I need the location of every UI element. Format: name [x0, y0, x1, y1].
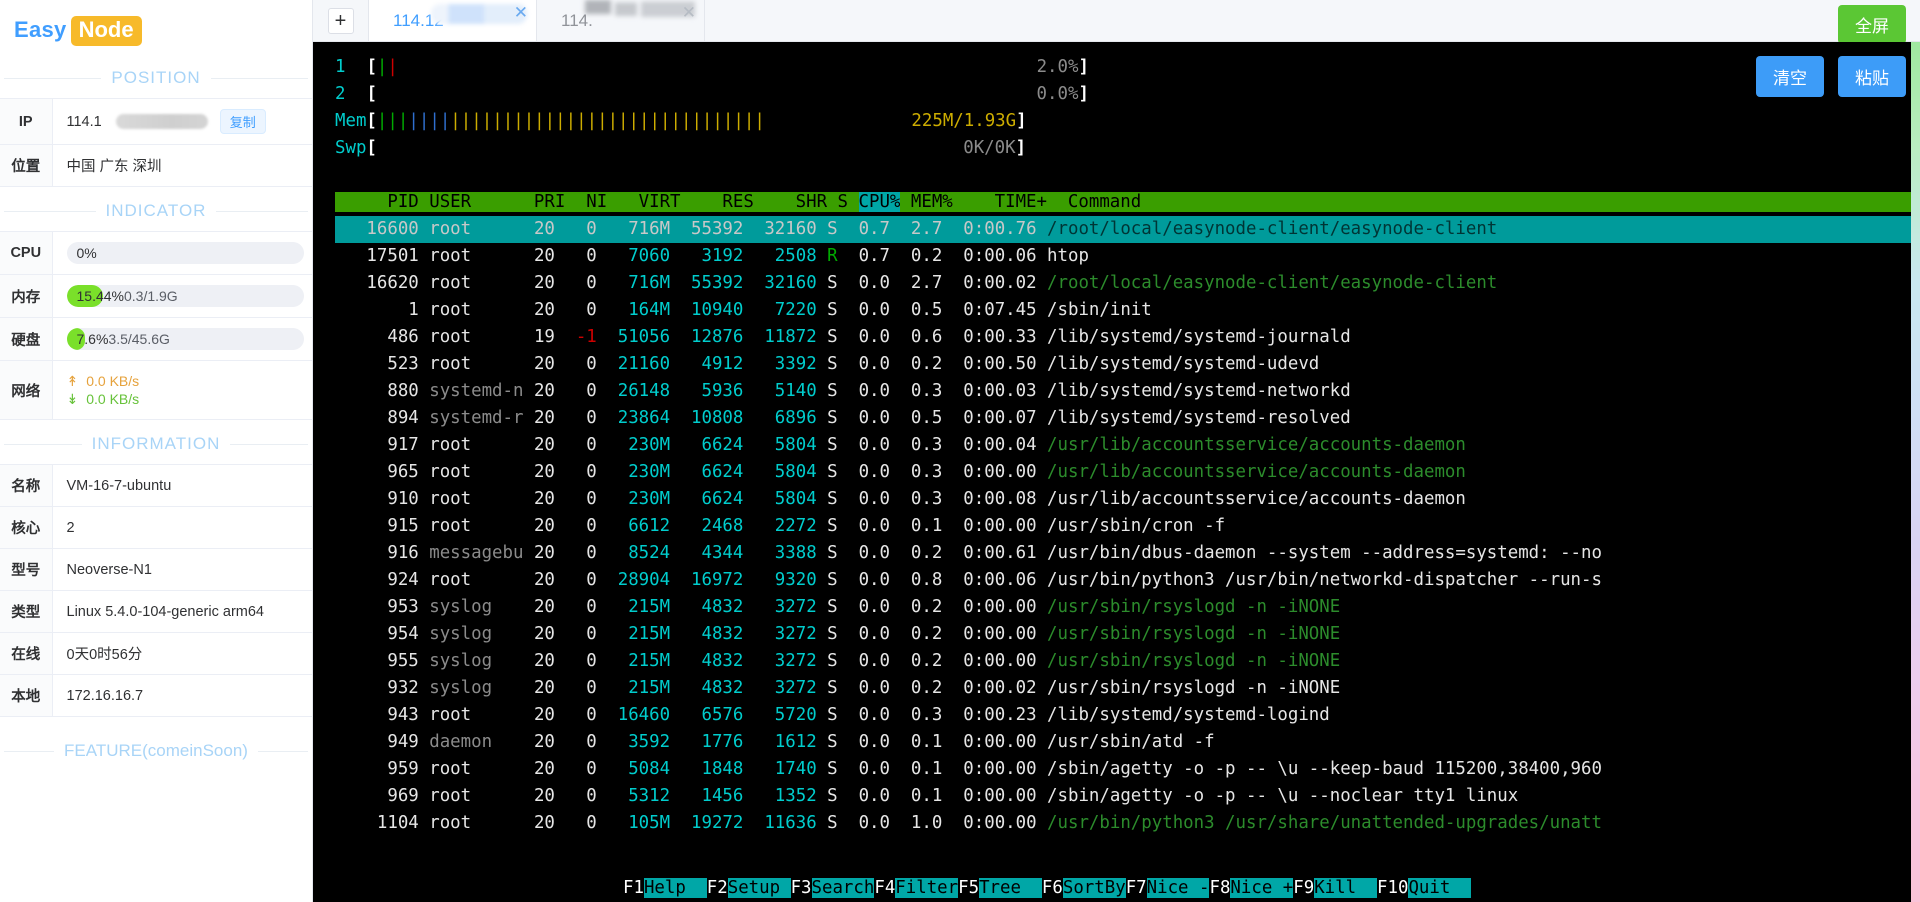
info-key-type: 类型 — [0, 590, 53, 633]
cpu-meter-cell: 0% — [52, 232, 312, 275]
info-key-name: 名称 — [0, 464, 53, 507]
tab-session-1-redacted-mask — [431, 4, 527, 24]
info-value-local: 172.16.16.7 — [66, 687, 144, 704]
info-key-model: 型号 — [0, 548, 53, 591]
table-row: CPU 0% — [0, 231, 312, 275]
main-pane: + 114.12 ✕ 114. ✕ 全屏 清空 粘贴 1 [|| 2.0%] 2… — [313, 0, 1920, 902]
network-label: 网络 — [0, 360, 53, 420]
fullscreen-button[interactable]: 全屏 — [1838, 5, 1906, 44]
section-title-indicator: INDICATOR — [0, 201, 312, 221]
tab-bar: + 114.12 ✕ 114. ✕ 全屏 — [313, 0, 1920, 44]
paste-button[interactable]: 粘贴 — [1838, 56, 1906, 97]
section-title-position: POSITION — [0, 68, 312, 88]
add-tab-button[interactable]: + — [313, 0, 369, 41]
close-icon[interactable]: ✕ — [514, 4, 528, 21]
section-title-information: INFORMATION — [0, 434, 312, 454]
logo-easy: Easy — [14, 17, 67, 42]
network-download-line: ↡ 0.0 KB/s — [67, 391, 305, 407]
terminal[interactable]: 清空 粘贴 1 [|| 2.0%] 2 [ 0.0%] Mem[||||||||||… — [313, 42, 1920, 902]
information-table: 名称 VM-16-7-ubuntu 核心 2 型号 Neoverse-N1 类型… — [0, 464, 312, 717]
section-title-feature: FEATURE(comeinSoon) — [0, 741, 312, 761]
disk-meter-cell: 7.6% 3.5/45.6G — [52, 318, 312, 361]
disk-label: 硬盘 — [0, 317, 53, 361]
table-row: 类型 Linux 5.4.0-104-generic arm64 — [0, 590, 312, 633]
info-key-online: 在线 — [0, 632, 53, 675]
info-value-online: 0天0时56分 — [66, 647, 143, 663]
network-upload-line: ↟ 0.0 KB/s — [67, 373, 305, 389]
section-title-information-text: INFORMATION — [91, 434, 221, 453]
memory-detail: 0.3/1.9G — [123, 288, 178, 304]
ip-value-cell: 114.1 复制 — [52, 99, 312, 145]
memory-meter-cell: 15.44% 0.3/1.9G — [52, 275, 312, 318]
tab-session-1[interactable]: 114.12 ✕ — [369, 0, 537, 41]
terminal-scrollbar[interactable] — [1911, 42, 1920, 902]
clear-terminal-button[interactable]: 清空 — [1756, 56, 1824, 97]
upload-icon: ↟ — [66, 373, 79, 389]
memory-percent: 15.44% — [76, 288, 124, 304]
easynode-app: Easy Node POSITION IP 114.1 复制 位置 中国 广东 深… — [0, 0, 1920, 902]
htop-function-key-bar[interactable]: F1Help F2Setup F3SearchF4FilterF5Tree F6… — [313, 875, 1920, 902]
memory-meter: 15.44% 0.3/1.9G — [66, 285, 304, 307]
table-row: 本地 172.16.16.7 — [0, 674, 312, 717]
position-table: IP 114.1 复制 位置 中国 广东 深圳 — [0, 98, 312, 187]
tab-session-2-redacted-mask — [585, 0, 695, 24]
info-value-cores: 2 — [66, 519, 75, 536]
indicator-table: CPU 0% 内存 15.44% 0.3/1.9G 硬盘 7.6% 3.5/45… — [0, 231, 312, 420]
table-row: 核心 2 — [0, 506, 312, 549]
section-title-position-text: POSITION — [111, 68, 201, 87]
info-value-name: VM-16-7-ubuntu — [66, 477, 172, 494]
disk-detail: 3.5/45.6G — [108, 331, 170, 347]
location-label: 位置 — [0, 144, 53, 187]
info-value-type: Linux 5.4.0-104-generic arm64 — [66, 603, 264, 620]
location-value: 中国 广东 深圳 — [66, 159, 162, 175]
disk-meter: 7.6% 3.5/45.6G — [66, 328, 304, 350]
disk-percent: 7.6% — [76, 331, 109, 347]
ip-label: IP — [0, 98, 53, 145]
sidebar: Easy Node POSITION IP 114.1 复制 位置 中国 广东 深… — [0, 0, 313, 902]
table-row: 在线 0天0时56分 — [0, 632, 312, 675]
cpu-percent: 0% — [76, 245, 97, 261]
network-download-value: 0.0 KB/s — [86, 391, 140, 407]
htop-output: 1 [|| 2.0%] 2 [ 0.0%] Mem[||||||||||||||||… — [313, 42, 1920, 902]
download-icon: ↡ — [66, 391, 79, 407]
copy-ip-button[interactable]: 复制 — [219, 109, 266, 134]
table-row: 位置 中国 广东 深圳 — [0, 144, 312, 187]
terminal-action-buttons: 清空 粘贴 — [1756, 56, 1906, 97]
network-upload-value: 0.0 KB/s — [86, 373, 140, 389]
plus-icon: + — [327, 7, 354, 34]
info-value-model: Neoverse-N1 — [66, 561, 152, 578]
table-row: 内存 15.44% 0.3/1.9G — [0, 274, 312, 318]
table-row: 网络 ↟ 0.0 KB/s ↡ 0.0 KB/s — [0, 360, 312, 420]
close-icon[interactable]: ✕ — [682, 4, 696, 21]
tab-session-2[interactable]: 114. ✕ — [537, 0, 705, 41]
table-row: IP 114.1 复制 — [0, 98, 312, 145]
table-row: 型号 Neoverse-N1 — [0, 548, 312, 591]
table-row: 硬盘 7.6% 3.5/45.6G — [0, 317, 312, 361]
info-key-cores: 核心 — [0, 506, 53, 549]
ip-value: 114.1 — [66, 113, 102, 130]
cpu-meter: 0% — [66, 242, 304, 264]
network-value-cell: ↟ 0.0 KB/s ↡ 0.0 KB/s — [52, 361, 312, 420]
section-title-feature-text: FEATURE(comeinSoon) — [64, 741, 248, 760]
info-key-local: 本地 — [0, 674, 53, 717]
memory-label: 内存 — [0, 274, 53, 318]
cpu-label: CPU — [0, 231, 53, 275]
section-title-indicator-text: INDICATOR — [105, 201, 207, 220]
table-row: 名称 VM-16-7-ubuntu — [0, 464, 312, 507]
ip-redacted-mask — [115, 114, 208, 129]
app-logo: Easy Node — [0, 0, 312, 54]
logo-node: Node — [70, 16, 142, 46]
